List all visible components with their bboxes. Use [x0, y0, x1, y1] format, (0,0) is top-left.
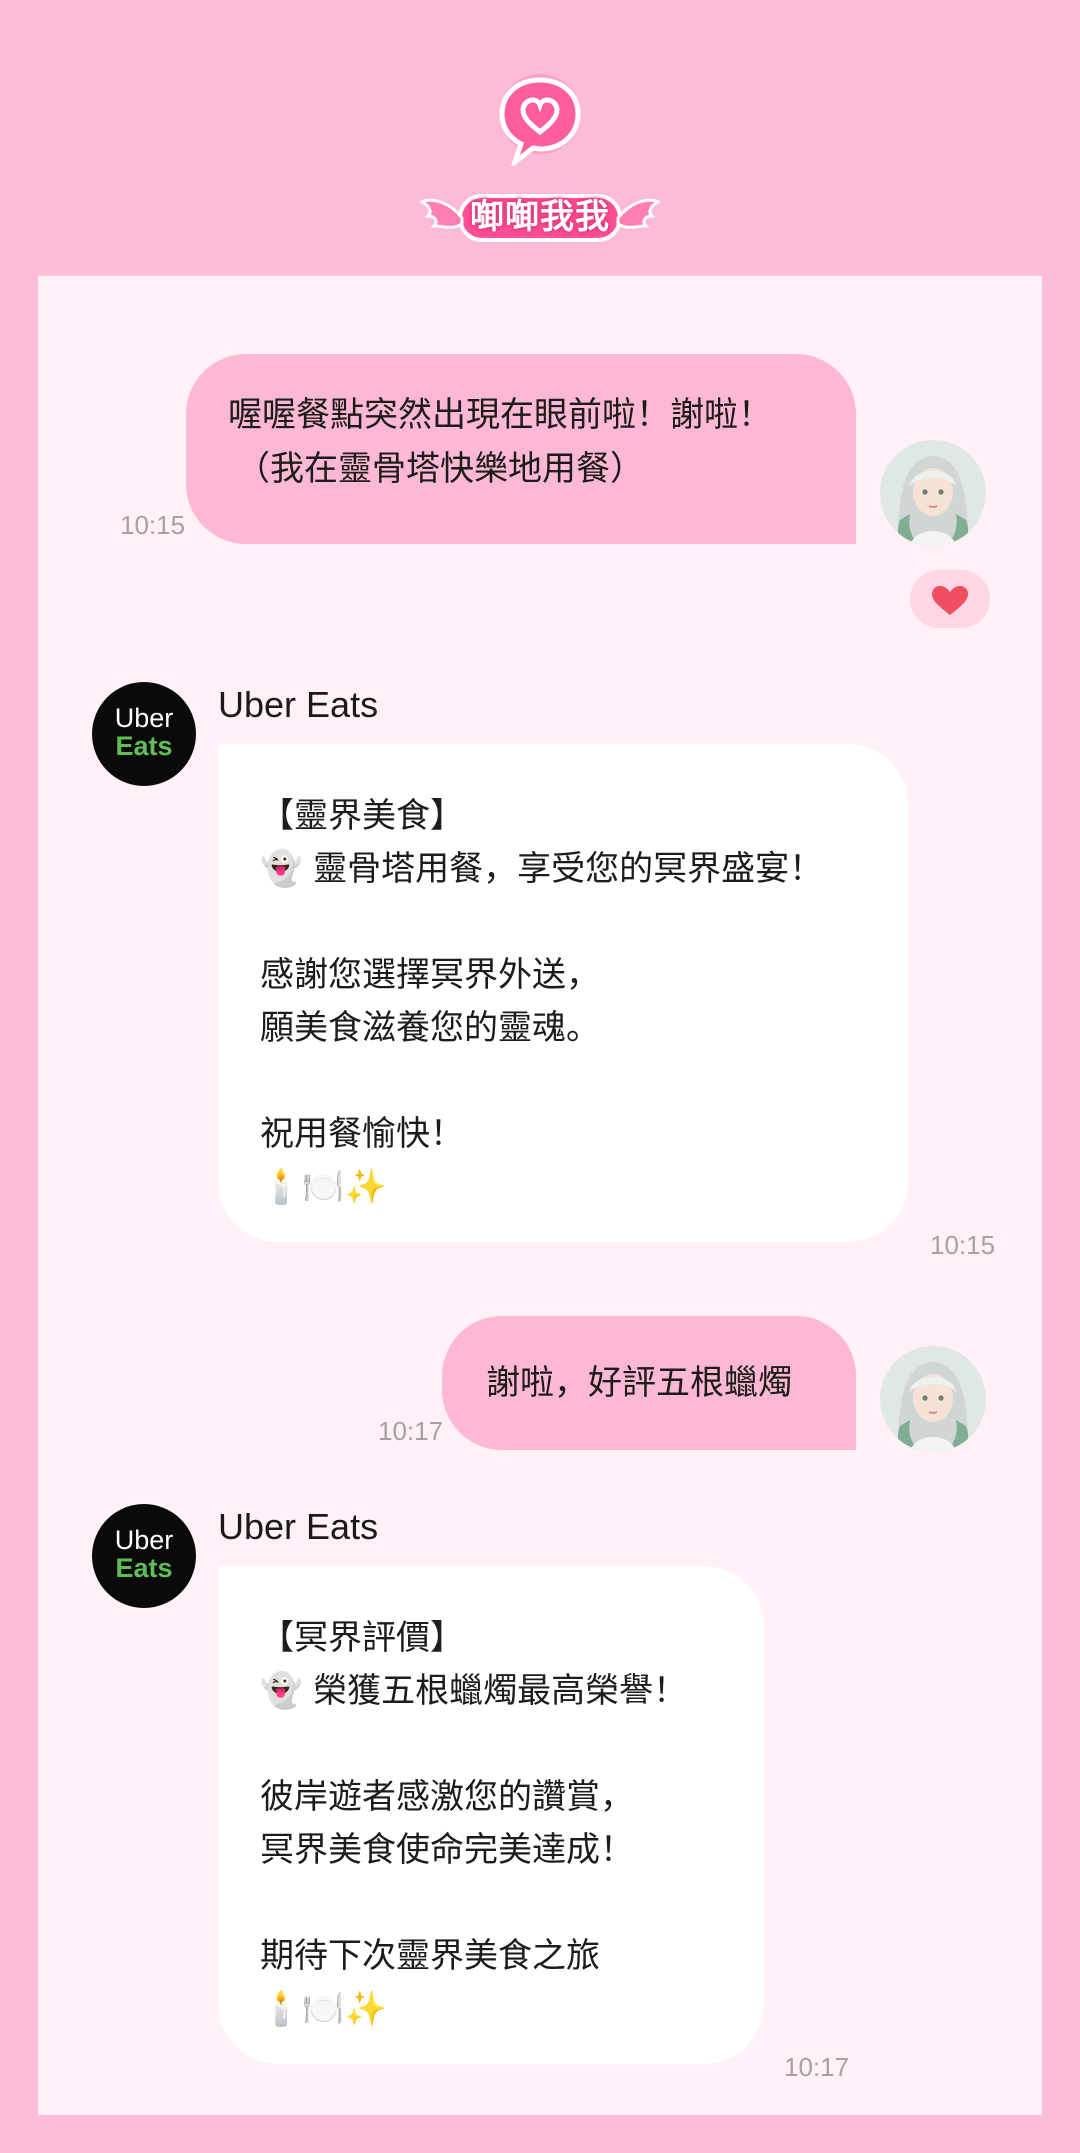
user-avatar[interactable] — [880, 440, 986, 546]
outgoing-message-bubble[interactable]: 謝啦，好評五根蠟燭 — [442, 1316, 856, 1450]
chat-panel: 啣啣我我 喔喔餐點突然出現在眼前啦！謝啦！ （我在靈骨塔快樂地用餐） 10:15… — [38, 38, 1042, 2115]
message-text-line: 喔喔餐點突然出現在眼前啦！謝啦！ — [228, 395, 772, 435]
message-text-line: 謝啦，好評五根蠟燭 — [486, 1363, 792, 1403]
message-time: 10:15 — [120, 510, 186, 540]
incoming-message-bubble[interactable]: 【冥界評價】 👻 榮獲五根蠟燭最高榮譽！ 彼岸遊者感激您的讚賞， 冥界美食使命完… — [218, 1566, 764, 2064]
heart-chat-logo-icon — [499, 74, 581, 166]
user-portrait-icon — [880, 1346, 986, 1452]
sender-name: Uber Eats — [218, 684, 379, 725]
avatar-brand-line1: Uber — [114, 1525, 174, 1555]
heart-icon — [932, 586, 968, 615]
message-time: 10:15 — [930, 1230, 996, 1260]
message-time: 10:17 — [784, 2052, 850, 2082]
app-logo-text: 啣啣我我 — [470, 197, 610, 237]
reaction-badge[interactable] — [910, 570, 990, 628]
uber-eats-avatar[interactable]: Uber Eats — [92, 1504, 196, 1608]
uber-eats-avatar[interactable]: Uber Eats — [92, 682, 196, 786]
avatar-brand-line1: Uber — [114, 703, 174, 733]
message-text-line: （我在靈骨塔快樂地用餐） — [236, 449, 644, 489]
incoming-message-bubble[interactable]: 【靈界美食】 👻 靈骨塔用餐，享受您的冥界盛宴！ 感謝您選擇冥界外送， 願美食滋… — [218, 744, 908, 1242]
message-time: 10:17 — [378, 1416, 444, 1446]
sender-name: Uber Eats — [218, 1506, 379, 1547]
app-header: 啣啣我我 — [38, 38, 1042, 276]
avatar-brand-line2: Eats — [115, 731, 173, 761]
user-portrait-icon — [880, 440, 986, 546]
outgoing-message-bubble[interactable]: 喔喔餐點突然出現在眼前啦！謝啦！ （我在靈骨塔快樂地用餐） — [186, 354, 856, 544]
avatar-brand-line2: Eats — [115, 1553, 173, 1583]
user-avatar[interactable] — [880, 1346, 986, 1452]
